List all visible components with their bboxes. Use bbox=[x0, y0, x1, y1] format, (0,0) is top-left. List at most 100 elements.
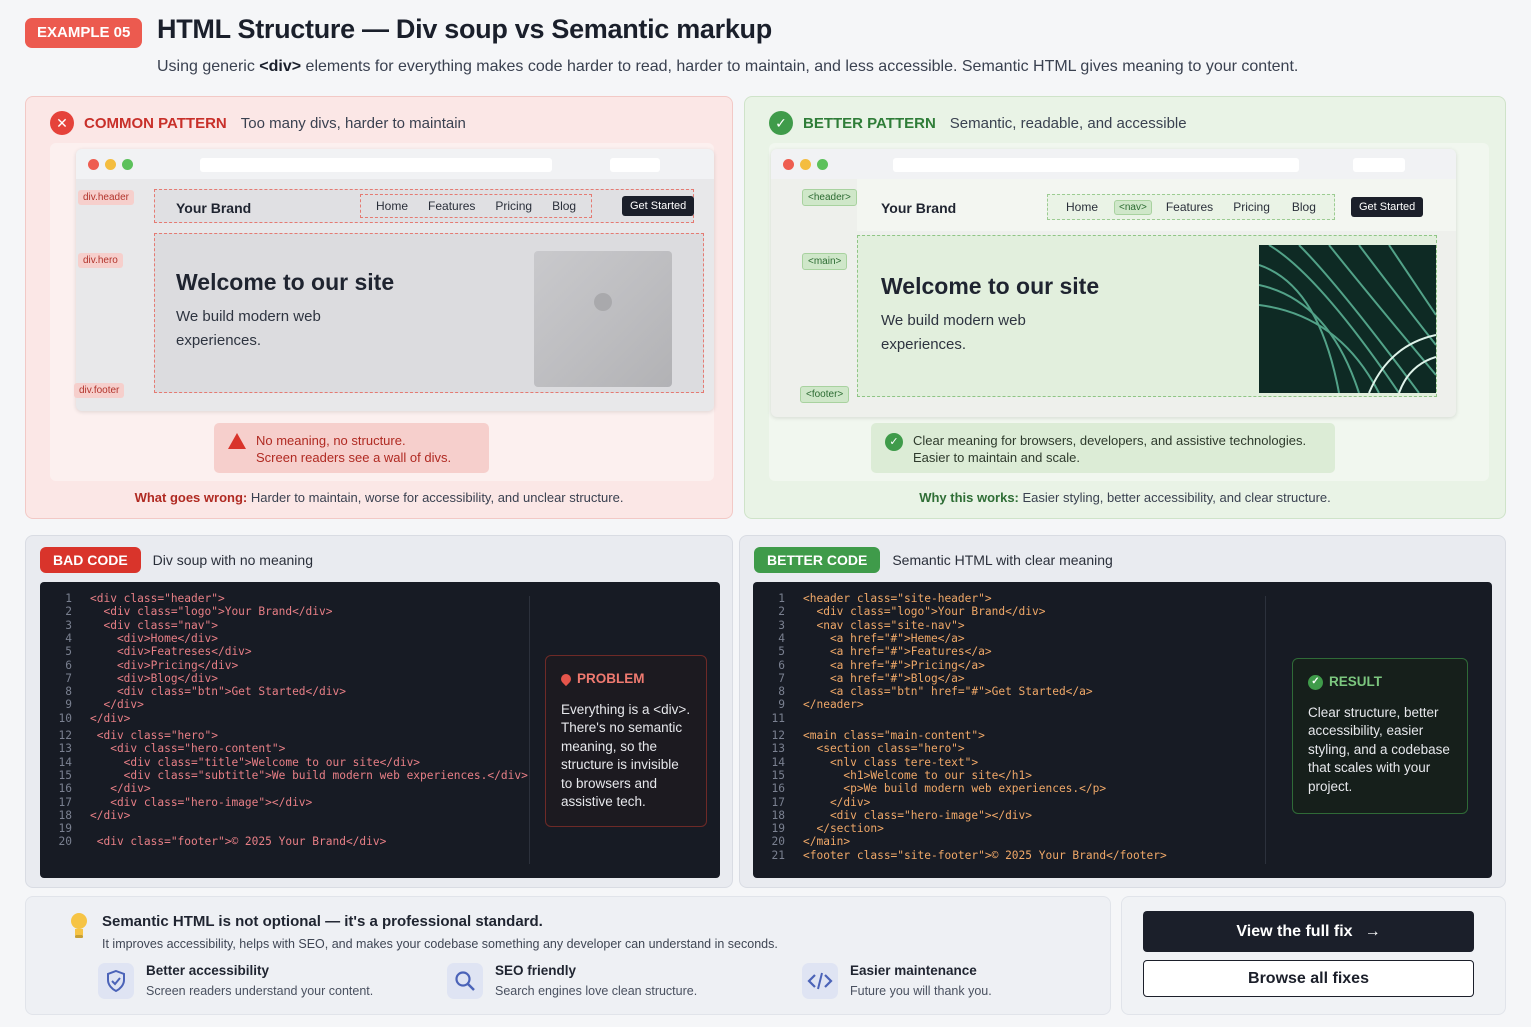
example-badge: EXAMPLE 05 bbox=[25, 18, 143, 48]
bad-code-desc: Div soup with no meaning bbox=[152, 552, 313, 568]
tag-footer: <footer> bbox=[800, 386, 850, 403]
code-line: <div class="nav"> bbox=[90, 618, 218, 632]
problem-callout-text: Everything is a <div>. There's no semant… bbox=[561, 701, 691, 810]
good-nav-home: Home bbox=[1066, 200, 1099, 214]
code-line: <div class="hero-image"></div> bbox=[90, 795, 313, 809]
code-line: <div class="logo">Your Brand</div> bbox=[803, 605, 1046, 619]
code-line: <div class="btn">Get Started</div> bbox=[90, 685, 346, 699]
result-callout-title: ✓ RESULT bbox=[1308, 673, 1452, 692]
page-subtitle: Using generic <div> elements for everyth… bbox=[157, 58, 1299, 75]
bad-nav-home: Home bbox=[376, 199, 409, 213]
result-callout: ✓ RESULT Clear structure, better accessib… bbox=[1292, 658, 1468, 814]
lightbulb-icon bbox=[71, 913, 87, 938]
semantic-standard-banner: Semantic HTML is not optional — it's a p… bbox=[25, 896, 1111, 1015]
code-line: </div> bbox=[90, 808, 131, 822]
code-line: <nav class="site-nav"> bbox=[803, 618, 965, 632]
view-full-fix-button[interactable]: View the full fix → bbox=[1143, 911, 1474, 952]
minimize-dot-icon bbox=[800, 158, 811, 170]
line-number: 17 bbox=[58, 795, 72, 809]
bad-code-badge: BAD CODE bbox=[40, 547, 141, 573]
browse-all-fixes-button[interactable]: Browse all fixes bbox=[1143, 960, 1474, 997]
code-line: <p>We build modern web experiences.</p> bbox=[803, 782, 1107, 796]
code-line: <a href="#">Features</a> bbox=[803, 645, 992, 659]
common-pattern-header: ✕ COMMON PATTERN Too many divs, harder t… bbox=[50, 111, 466, 135]
line-number: 19 bbox=[771, 822, 785, 836]
feature-desc: Future you will thank you. bbox=[850, 984, 992, 998]
code-line: </div> bbox=[90, 782, 151, 796]
feature-title: Better accessibility bbox=[146, 963, 270, 978]
line-number: 18 bbox=[771, 808, 785, 822]
bad-nav: Home Features Pricing Blog bbox=[360, 194, 593, 218]
bad-nav-features: Features bbox=[428, 199, 476, 213]
close-dot-icon bbox=[783, 158, 794, 170]
tag-div-hero: div.hero bbox=[78, 253, 123, 268]
code-line: <div class="subtitle">We build modern we… bbox=[90, 768, 528, 782]
feature-title: Easier maintenance bbox=[850, 963, 977, 978]
code-line: </section> bbox=[803, 822, 884, 836]
shield-icon bbox=[98, 963, 134, 999]
good-hero-image bbox=[1259, 245, 1436, 393]
better-code-panel: BETTER CODE Semantic HTML with clear mea… bbox=[739, 535, 1506, 888]
line-number: 12 bbox=[58, 729, 72, 742]
bad-get-started: Get Started bbox=[622, 196, 695, 216]
good-hero-text: We build modern web experiences. bbox=[881, 312, 1026, 353]
common-pattern-panel: ✕ COMMON PATTERN Too many divs, harder t… bbox=[25, 96, 733, 519]
bad-nav-blog: Blog bbox=[552, 199, 577, 213]
pin-icon bbox=[558, 672, 574, 687]
line-number: 15 bbox=[771, 768, 785, 782]
line-number: 3 bbox=[778, 618, 785, 632]
line-number: 7 bbox=[65, 671, 72, 685]
bad-hero-title: Welcome to our site bbox=[176, 269, 395, 295]
better-pattern-label: BETTER PATTERN bbox=[803, 114, 936, 132]
line-number: 9 bbox=[778, 698, 785, 712]
maximize-dot-icon bbox=[817, 158, 828, 170]
good-note-line1: Clear meaning for browsers, developers, … bbox=[913, 433, 1307, 448]
good-hero-title: Welcome to our site bbox=[881, 273, 1100, 299]
close-dot-icon bbox=[88, 158, 99, 170]
problem-callout: PROBLEM Everything is a <div>. There's n… bbox=[545, 655, 707, 827]
maximize-dot-icon bbox=[122, 158, 133, 170]
line-number: 7 bbox=[778, 671, 785, 685]
code-line: <nlv class tere-text"> bbox=[803, 755, 979, 769]
line-number: 9 bbox=[65, 698, 72, 712]
feature-desc: Screen readers understand your content. bbox=[146, 984, 374, 998]
arrow-right-icon: → bbox=[1364, 922, 1381, 940]
line-number: 19 bbox=[58, 822, 72, 836]
line-number: 21 bbox=[771, 848, 785, 862]
common-pattern-label: COMMON PATTERN bbox=[84, 114, 227, 132]
good-nav-features: Features bbox=[1165, 200, 1214, 214]
code-line: <div class="footer">© 2025 Your Brand</d… bbox=[90, 835, 387, 849]
line-number: 8 bbox=[65, 685, 72, 699]
code-line: <div class="hero-content"> bbox=[90, 742, 286, 756]
good-nav-blog: Blog bbox=[1291, 200, 1316, 214]
code-line: </neader> bbox=[803, 698, 864, 712]
code-line: <a class="btn" href="#">Get Started</a> bbox=[803, 685, 1093, 699]
code-divider bbox=[529, 596, 530, 864]
code-line: </div> bbox=[90, 711, 131, 725]
feature-seo: SEO friendly Search engines love clean st… bbox=[447, 963, 697, 999]
warning-icon bbox=[228, 433, 246, 449]
tag-header: <header> bbox=[802, 189, 857, 206]
better-pattern-header: ✓ BETTER PATTERN Semantic, readable, and… bbox=[769, 111, 1187, 135]
line-number: 2 bbox=[778, 605, 785, 619]
browser-toolbar bbox=[76, 149, 714, 179]
feature-desc: Search engines love clean structure. bbox=[495, 984, 698, 998]
bad-hero-text: We build modern web experiences. bbox=[176, 308, 321, 349]
line-number: 6 bbox=[778, 658, 785, 672]
code-line: <div>Blog</div> bbox=[90, 671, 218, 685]
code-line: <a href="#">Heme</a> bbox=[803, 631, 965, 645]
feature-accessibility: Better accessibility Screen readers under… bbox=[98, 963, 373, 999]
tag-main: <main> bbox=[802, 253, 848, 270]
line-number: 16 bbox=[771, 782, 785, 796]
line-number: 4 bbox=[778, 631, 785, 645]
banner-title: Semantic HTML is not optional — it's a p… bbox=[102, 913, 543, 930]
code-line: <a href="#">Pricing</a> bbox=[803, 658, 985, 672]
feature-title: SEO friendly bbox=[495, 963, 577, 978]
code-line: <div class="title">Welcome to our site</… bbox=[90, 755, 421, 769]
good-footer-summary: Why this works: Easier styling, better a… bbox=[919, 490, 1331, 505]
bad-code-panel: BAD CODE Div soup with no meaning 1 <div … bbox=[25, 535, 733, 888]
better-pattern-desc: Semantic, readable, and accessible bbox=[949, 114, 1187, 132]
bad-warning-note: No meaning, no structure. Screen readers … bbox=[214, 423, 489, 473]
line-number: 5 bbox=[65, 645, 72, 659]
good-get-started: Get Started bbox=[1351, 197, 1424, 217]
